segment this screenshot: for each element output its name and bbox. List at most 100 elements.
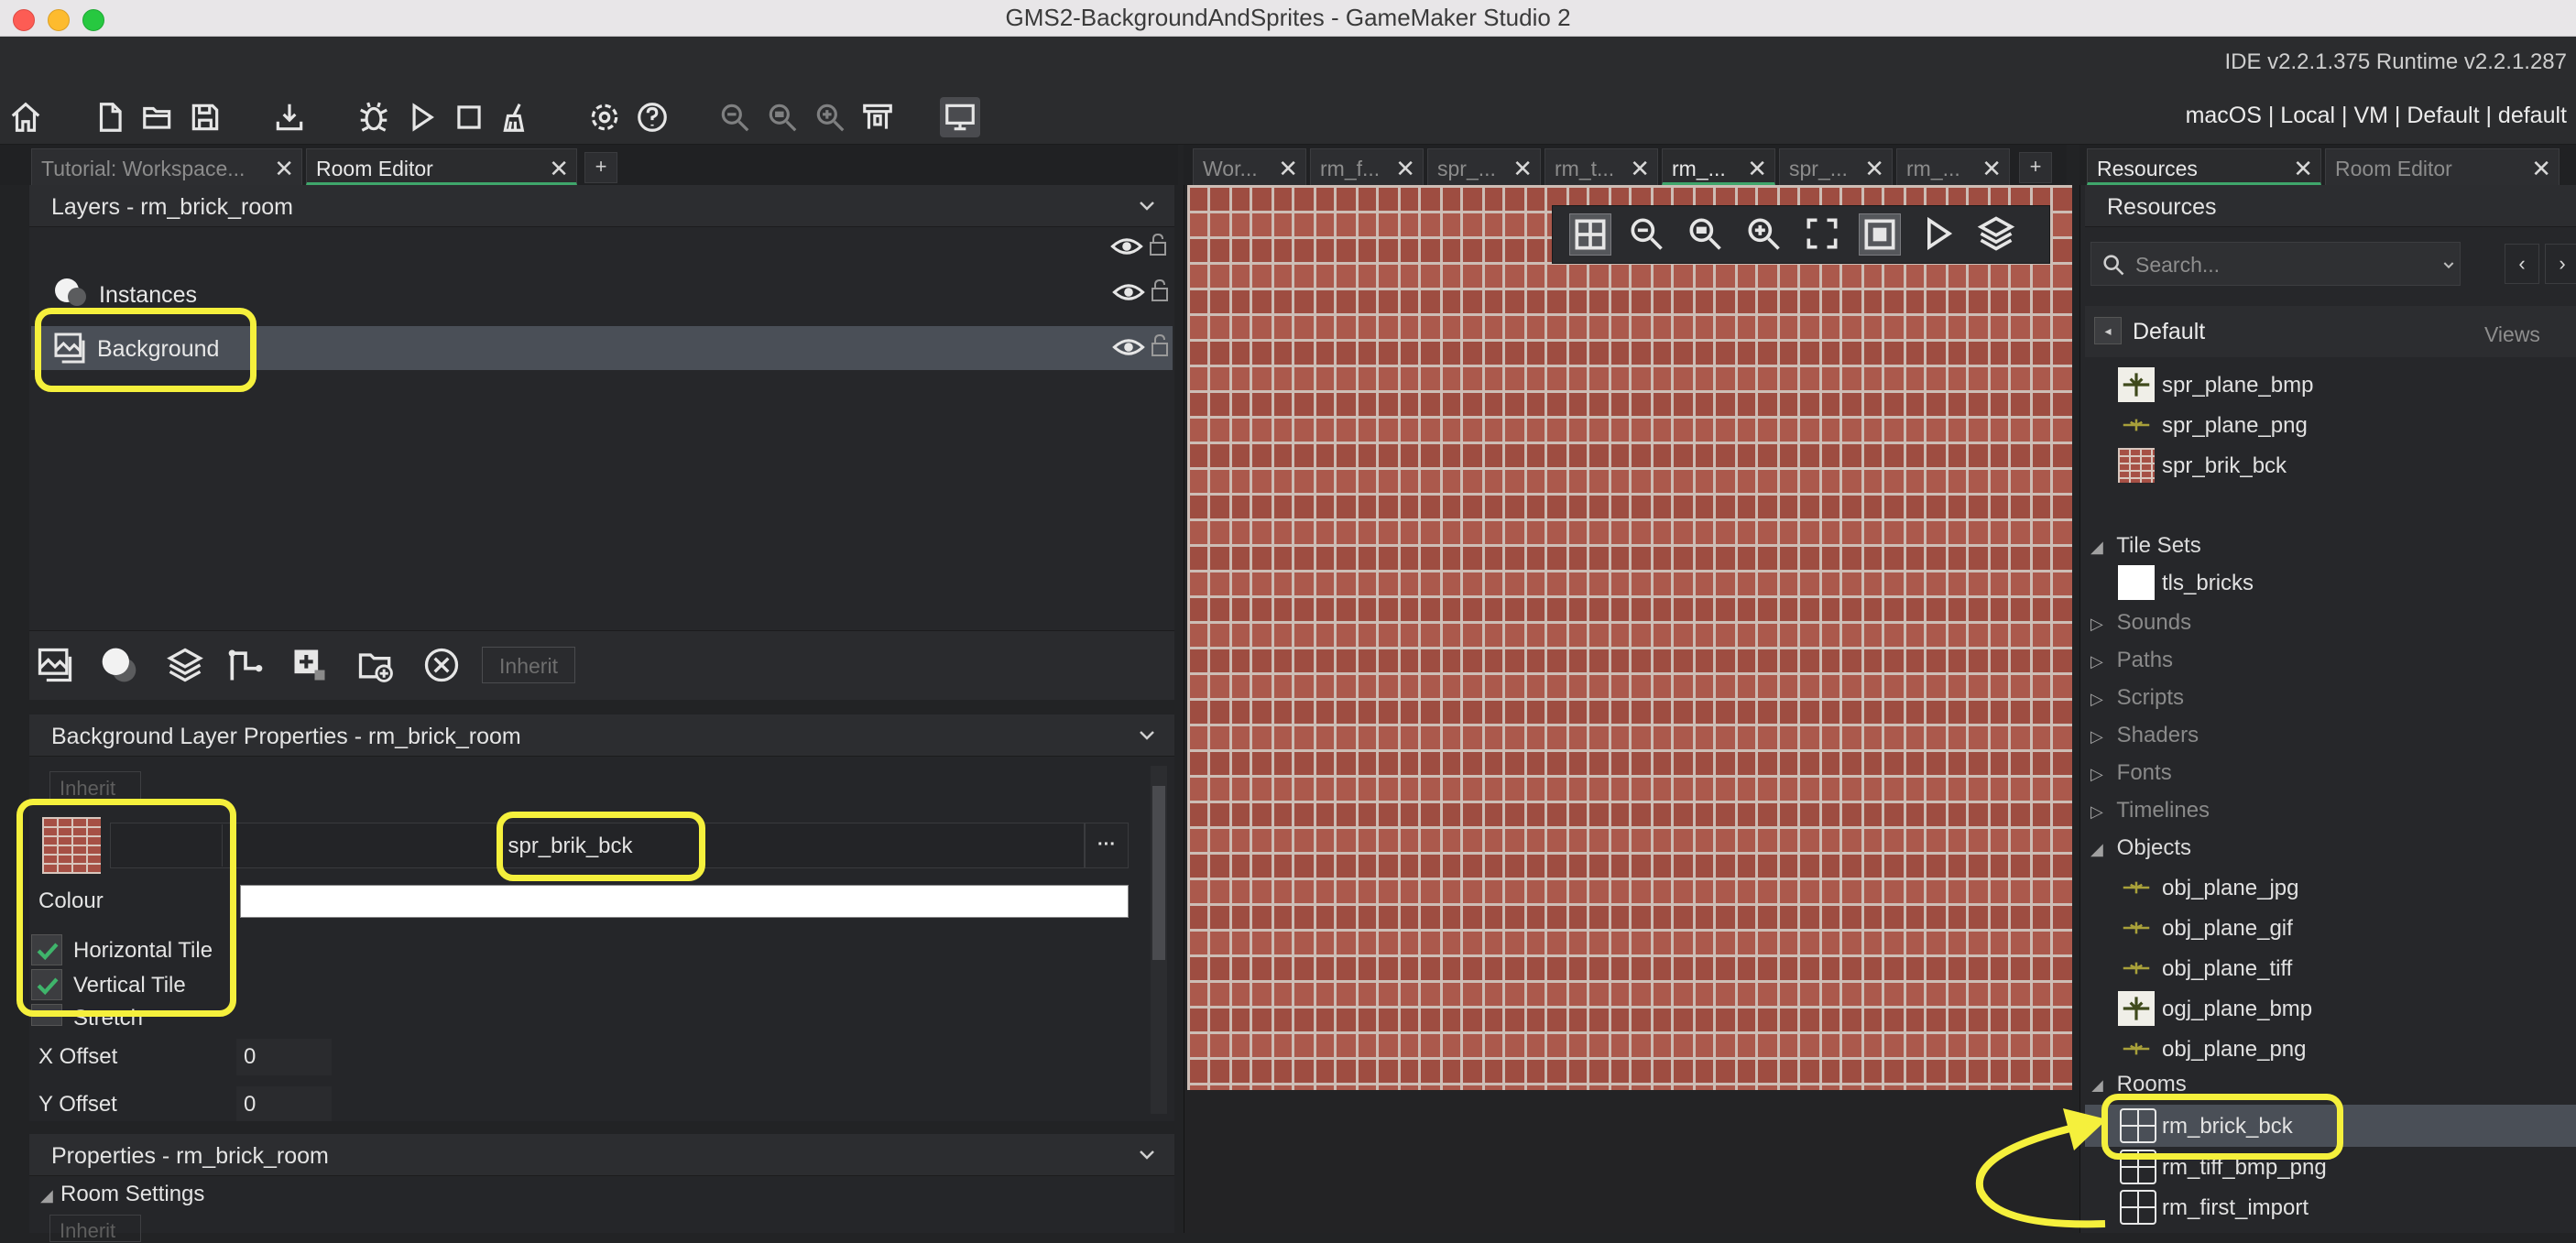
folder-fonts[interactable]: ▷ Fonts xyxy=(2090,760,2172,786)
sprite-more-button[interactable]: ··· xyxy=(1085,823,1129,868)
new-project-button[interactable] xyxy=(90,97,130,137)
add-tab-button[interactable]: + xyxy=(584,152,617,183)
close-tab-icon[interactable]: ✕ xyxy=(1278,155,1298,183)
close-tab-icon[interactable]: ✕ xyxy=(1981,155,2002,183)
close-tab-icon[interactable]: ✕ xyxy=(1630,155,1650,183)
folder-timelines[interactable]: ▷ Timelines xyxy=(2090,798,2210,823)
brick-room-preview[interactable] xyxy=(1187,185,2072,1090)
stop-button[interactable] xyxy=(449,97,489,137)
bg-props-header[interactable]: Background Layer Properties - rm_brick_r… xyxy=(29,714,1174,757)
canvas-zoom-reset-button[interactable] xyxy=(1685,213,1725,258)
open-project-button[interactable] xyxy=(137,97,178,137)
lock-icon[interactable] xyxy=(1143,277,1176,311)
grid-toggle-button[interactable] xyxy=(1569,213,1611,256)
resource-object-plane-jpg[interactable]: obj_plane_jpg xyxy=(2162,876,2298,901)
resource-sprite-plane-png[interactable]: spr_plane_png xyxy=(2162,413,2308,439)
game-options-button[interactable] xyxy=(584,97,625,137)
resource-search-input[interactable]: Search... xyxy=(2090,242,2461,286)
tab-resources[interactable]: Resources ✕ xyxy=(2087,148,2321,185)
y-offset-input[interactable]: 0 xyxy=(236,1086,332,1121)
close-tab-icon[interactable]: ✕ xyxy=(2531,155,2551,183)
folder-tile-sets[interactable]: ◢ Tile Sets xyxy=(2090,533,2201,559)
room-inherit-button[interactable]: Inherit xyxy=(49,1215,141,1242)
run-button[interactable] xyxy=(401,97,442,137)
help-button[interactable] xyxy=(632,97,672,137)
group-toggle-icon[interactable]: ◂ xyxy=(2094,317,2122,344)
chevron-down-icon[interactable] xyxy=(1136,1143,1158,1165)
add-instance-layer-button[interactable] xyxy=(95,641,143,689)
close-tab-icon[interactable]: ✕ xyxy=(1747,155,1767,182)
lock-icon[interactable] xyxy=(1141,231,1174,263)
home-button[interactable] xyxy=(5,97,46,137)
bg-props-scroll-thumb[interactable] xyxy=(1152,786,1165,960)
resource-sprite-plane-bmp[interactable]: spr_plane_bmp xyxy=(2162,373,2313,398)
close-tab-icon[interactable]: ✕ xyxy=(2293,155,2313,182)
target-configuration[interactable]: macOS | Local | VM | Default | default xyxy=(2186,103,2567,129)
resource-object-plane-bmp[interactable]: ogj_plane_bmp xyxy=(2162,997,2312,1022)
inherit-layers-button[interactable]: Inherit xyxy=(482,647,575,683)
zoom-out-button[interactable] xyxy=(715,97,755,137)
clean-button[interactable] xyxy=(497,97,537,137)
target-device-button[interactable] xyxy=(940,97,980,137)
fit-to-view-button[interactable] xyxy=(1802,213,1842,258)
debug-button[interactable] xyxy=(354,97,394,137)
resource-room-first-import[interactable]: rm_first_import xyxy=(2162,1195,2309,1221)
close-tab-icon[interactable]: ✕ xyxy=(1864,155,1884,183)
folder-paths[interactable]: ▷ Paths xyxy=(2090,648,2173,673)
chevron-down-icon[interactable] xyxy=(1136,724,1158,746)
zoom-reset-button[interactable] xyxy=(762,97,802,137)
add-tile-layer-button[interactable] xyxy=(161,641,209,689)
canvas-layers-button[interactable] xyxy=(1976,213,2016,258)
room-props-header[interactable]: Properties - rm_brick_room xyxy=(29,1134,1174,1176)
tab-room-1[interactable]: rm_f... ✕ xyxy=(1310,148,1424,185)
delete-layer-button[interactable] xyxy=(418,641,465,689)
eye-icon[interactable] xyxy=(1110,233,1143,265)
eye-icon[interactable] xyxy=(1112,333,1145,367)
colour-swatch[interactable] xyxy=(240,885,1129,918)
previous-result-button[interactable]: ‹ xyxy=(2505,244,2539,284)
folder-scripts[interactable]: ▷ Scripts xyxy=(2090,685,2184,711)
add-asset-layer-button[interactable] xyxy=(286,641,333,689)
room-border-toggle-button[interactable] xyxy=(1859,213,1901,256)
resource-object-plane-gif[interactable]: obj_plane_gif xyxy=(2162,916,2293,942)
tab-tutorial-workspace[interactable]: Tutorial: Workspace... ✕ xyxy=(31,148,302,185)
chevron-down-icon[interactable] xyxy=(1136,194,1158,216)
zoom-in-button[interactable] xyxy=(810,97,850,137)
resource-object-plane-tiff[interactable]: obj_plane_tiff xyxy=(2162,956,2292,982)
add-path-layer-button[interactable] xyxy=(222,641,269,689)
tab-room-0[interactable]: Wor... ✕ xyxy=(1193,148,1306,185)
folder-rooms[interactable]: ◢ Rooms xyxy=(2090,1072,2187,1092)
tab-room-4[interactable]: rm_... ✕ xyxy=(1662,148,1775,185)
resource-tileset-bricks[interactable]: tls_bricks xyxy=(2162,571,2254,596)
canvas-zoom-out-button[interactable] xyxy=(1626,213,1666,258)
eye-icon[interactable] xyxy=(1112,278,1145,312)
resource-object-plane-png[interactable]: obj_plane_png xyxy=(2162,1037,2307,1063)
canvas-zoom-in-button[interactable] xyxy=(1743,213,1784,258)
workspace-button[interactable] xyxy=(857,97,898,137)
chevron-down-icon[interactable] xyxy=(2441,257,2456,272)
tab-room-6[interactable]: rm_... ✕ xyxy=(1896,148,2010,185)
close-tab-icon[interactable]: ✕ xyxy=(549,155,569,182)
close-tab-icon[interactable]: ✕ xyxy=(1512,155,1533,183)
resources-header[interactable]: Resources xyxy=(2085,185,2576,227)
save-button[interactable] xyxy=(185,97,225,137)
lock-icon[interactable] xyxy=(1143,332,1176,365)
canvas-play-button[interactable] xyxy=(1917,213,1958,258)
tab-room-3[interactable]: rm_t... ✕ xyxy=(1545,148,1658,185)
add-layer-folder-button[interactable] xyxy=(352,641,399,689)
views-label[interactable]: Views xyxy=(2484,322,2540,347)
add-room-tab-button[interactable]: + xyxy=(2019,152,2052,183)
folder-objects[interactable]: ◢ Objects xyxy=(2090,835,2191,861)
close-tab-icon[interactable]: ✕ xyxy=(1395,155,1415,183)
layers-panel-header[interactable]: Layers - rm_brick_room xyxy=(29,185,1174,227)
tab-room-editor-right[interactable]: Room Editor ✕ xyxy=(2325,148,2560,185)
close-tab-icon[interactable]: ✕ xyxy=(274,155,294,183)
room-settings-section[interactable]: ◢ Room Settings xyxy=(40,1182,204,1207)
x-offset-input[interactable]: 0 xyxy=(236,1039,332,1075)
resource-group-row[interactable]: ◂ Default Views xyxy=(2085,306,2576,357)
tab-room-editor[interactable]: Room Editor ✕ xyxy=(306,148,577,185)
tab-room-2[interactable]: spr_... ✕ xyxy=(1427,148,1541,185)
folder-shaders[interactable]: ▷ Shaders xyxy=(2090,723,2199,748)
folder-sounds[interactable]: ▷ Sounds xyxy=(2090,610,2191,636)
resource-sprite-brik-bck[interactable]: spr_brik_bck xyxy=(2162,453,2287,479)
